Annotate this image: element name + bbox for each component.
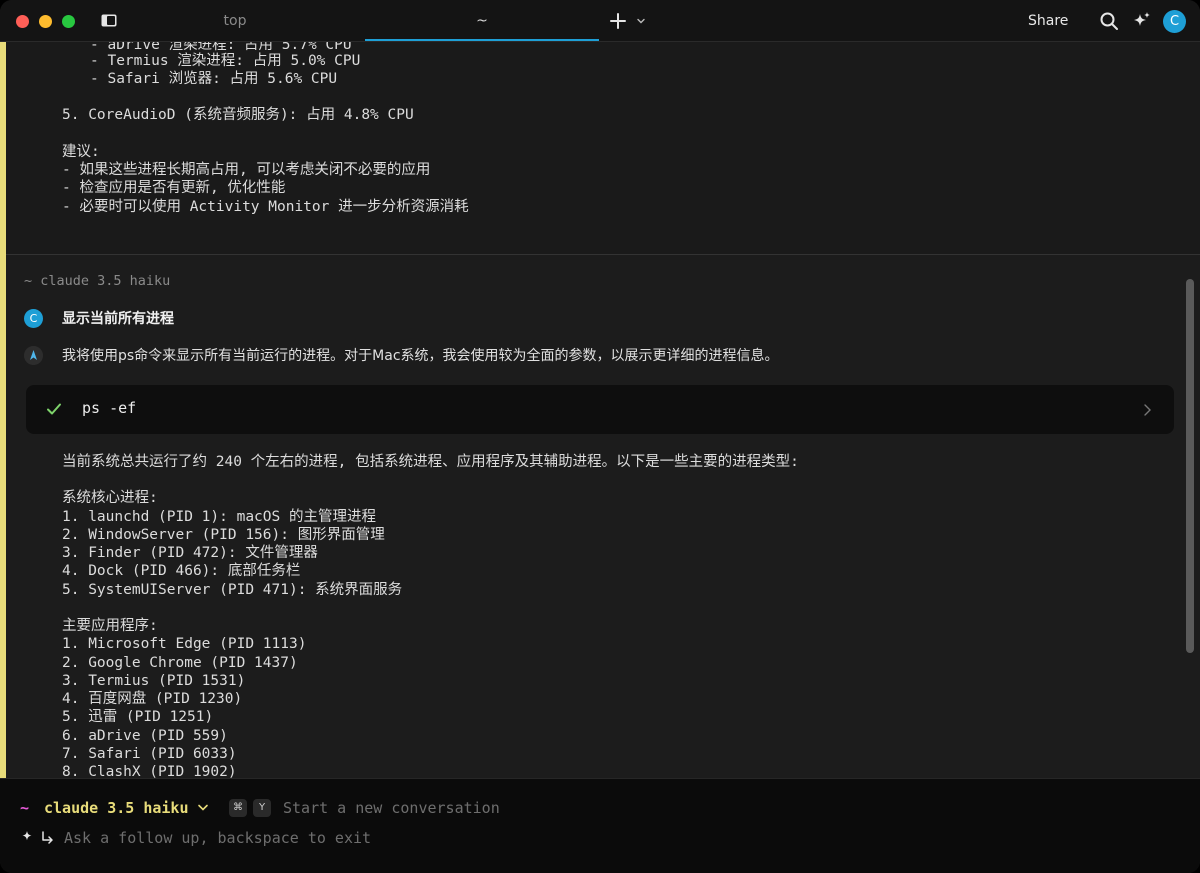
zoom-window-button[interactable] [62,15,75,28]
tab-top[interactable]: top [160,0,310,42]
response-line: 5. SystemUIServer (PID 471): 系统界面服务 [62,582,403,598]
close-window-button[interactable] [16,15,29,28]
title-bar: top ~ Share C [0,0,1200,42]
output-line: - 必要时可以使用 Activity Monitor 进一步分析资源消耗 [62,199,469,215]
user-message: 显示当前所有进程 [62,311,174,327]
response-line: 1. Microsoft Edge (PID 1113) [62,636,307,652]
sidebar-toggle-icon[interactable] [101,14,117,27]
response-line: 主要应用程序: [62,618,158,634]
response-line: 2. WindowServer (PID 156): 图形界面管理 [62,527,385,543]
response-line: 7. Safari (PID 6033) [62,746,237,762]
chevron-down-icon[interactable] [197,803,209,813]
response-line: 6. aDrive (PID 559) [62,728,228,744]
plus-icon[interactable] [608,11,628,31]
checkmark-icon [47,403,61,415]
response-line: 4. 百度网盘 (PID 1230) [62,691,243,707]
output-line: - Safari 浏览器: 占用 5.6% CPU [90,71,338,87]
chevron-right-icon[interactable] [1142,403,1152,417]
output-line: - 如果这些进程长期高占用, 可以考虑关闭不必要的应用 [62,162,431,178]
response-line: 当前系统总共运行了约 240 个左右的进程, 包括系统进程、应用程序及其辅助进程… [62,454,799,470]
sparkles-icon[interactable] [1132,11,1152,31]
y-key-badge: Y [253,799,271,817]
model-selector[interactable]: claude 3.5 haiku [44,799,189,817]
user-message-avatar: C [24,309,43,328]
response-line: 3. Finder (PID 472): 文件管理器 [62,545,318,561]
follow-up-icon [22,831,53,844]
response-line: 1. launchd (PID 1): macOS 的主管理进程 [62,509,376,525]
response-line: 系统核心进程: [62,490,158,506]
scrollbar-thumb[interactable] [1186,279,1194,653]
response-line: 2. Google Chrome (PID 1437) [62,655,298,671]
response-line: 4. Dock (PID 466): 底部任务栏 [62,563,301,579]
output-line: - 检查应用是否有更新, 优化性能 [62,180,286,196]
output-line: 5. CoreAudioD (系统音频服务): 占用 4.8% CPU [62,107,414,123]
ai-message: 我将使用ps命令来显示所有当前运行的进程。对于Mac系统，我会使用较为全面的参数… [62,348,779,364]
output-line: 建议: [62,144,100,160]
command-block[interactable]: ps -ef [26,385,1174,434]
block-divider [6,254,1200,255]
input-bar: ~ claude 3.5 haiku ⌘ Y Start a new conve… [0,778,1200,873]
terminal-window: top ~ Share C - aDrive 渲染进程: 占用 5.7% CPU… [0,0,1200,873]
ai-agent-icon [24,346,43,365]
prompt-label: ~ claude 3.5 haiku [24,273,171,289]
response-line: 5. 迅雷 (PID 1251) [62,709,214,725]
follow-up-input[interactable] [64,829,764,847]
share-button[interactable]: Share [1028,0,1068,42]
new-conversation-button[interactable]: Start a new conversation [283,799,500,817]
active-block-indicator [0,42,6,778]
output-line: - Termius 渲染进程: 占用 5.0% CPU [90,53,361,69]
chevron-down-icon[interactable] [635,15,647,27]
command-text: ps -ef [82,399,137,417]
response-line: 8. ClashX (PID 1902) [62,764,237,778]
user-avatar[interactable]: C [1163,10,1186,33]
directory-indicator: ~ [20,799,30,817]
search-icon[interactable] [1099,11,1119,31]
tab-home[interactable]: ~ [365,0,599,42]
minimize-window-button[interactable] [39,15,52,28]
conversation-area[interactable]: - aDrive 渲染进程: 占用 5.7% CPU - Termius 渲染进… [0,42,1200,778]
response-line: 3. Termius (PID 1531) [62,673,246,689]
command-key-badge: ⌘ [229,799,247,817]
